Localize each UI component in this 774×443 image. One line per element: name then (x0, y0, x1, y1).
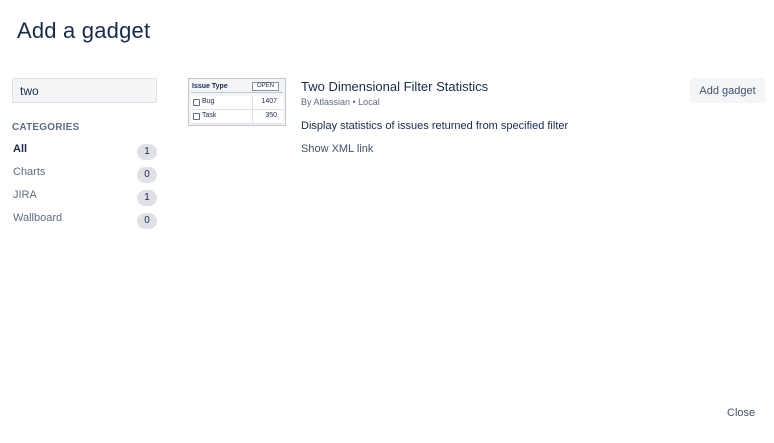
gadget-list-item: Issue Type OPEN Bug 1407 Task 350 Two Di… (188, 77, 766, 167)
gadget-meta: By Atlassian • Local (301, 97, 380, 107)
thumbnail-row-value: 350 (265, 112, 277, 119)
category-label: Wallboard (13, 212, 63, 224)
category-list: All 1 Charts 0 JIRA 1 Wallboard 0 (12, 142, 158, 234)
thumbnail-row: Bug 1407 (191, 96, 283, 110)
category-count-badge: 0 (137, 167, 157, 183)
category-count-badge: 1 (137, 144, 157, 160)
bug-icon (193, 99, 200, 106)
category-item-jira[interactable]: JIRA 1 (12, 188, 158, 211)
search-input[interactable] (12, 78, 157, 103)
thumbnail-badge: OPEN (251, 82, 279, 91)
category-item-charts[interactable]: Charts 0 (12, 165, 158, 188)
close-button[interactable]: Close (727, 407, 755, 419)
category-label: All (13, 143, 28, 155)
thumbnail-divider (252, 96, 253, 109)
thumbnail-row: Task 350 (191, 110, 283, 124)
thumbnail-row-name: Bug (202, 98, 215, 105)
sidebar: CATEGORIES All 1 Charts 0 JIRA 1 Wallboa… (12, 78, 158, 234)
add-gadget-dialog: Add a gadget CATEGORIES All 1 Charts 0 J… (0, 0, 774, 443)
category-label: JIRA (13, 189, 37, 201)
category-item-wallboard[interactable]: Wallboard 0 (12, 211, 158, 234)
gadget-thumbnail: Issue Type OPEN Bug 1407 Task 350 (188, 78, 286, 126)
task-icon (193, 113, 200, 120)
category-label: Charts (13, 166, 46, 178)
thumbnail-header: Issue Type OPEN (191, 82, 283, 93)
gadget-description: Display statistics of issues returned fr… (301, 120, 569, 132)
category-count-badge: 0 (137, 213, 157, 229)
dialog-title: Add a gadget (17, 18, 151, 43)
thumbnail-row-value: 1407 (261, 98, 277, 105)
categories-heading: CATEGORIES (12, 122, 80, 133)
thumbnail-divider (252, 110, 253, 123)
show-xml-link[interactable]: Show XML link (301, 143, 373, 155)
category-count-badge: 1 (137, 190, 157, 206)
thumbnail-header-label: Issue Type (192, 83, 228, 90)
gadget-title: Two Dimensional Filter Statistics (301, 79, 489, 94)
category-item-all[interactable]: All 1 (12, 142, 158, 165)
thumbnail-row-name: Task (202, 112, 217, 119)
add-gadget-button[interactable]: Add gadget (690, 78, 765, 103)
